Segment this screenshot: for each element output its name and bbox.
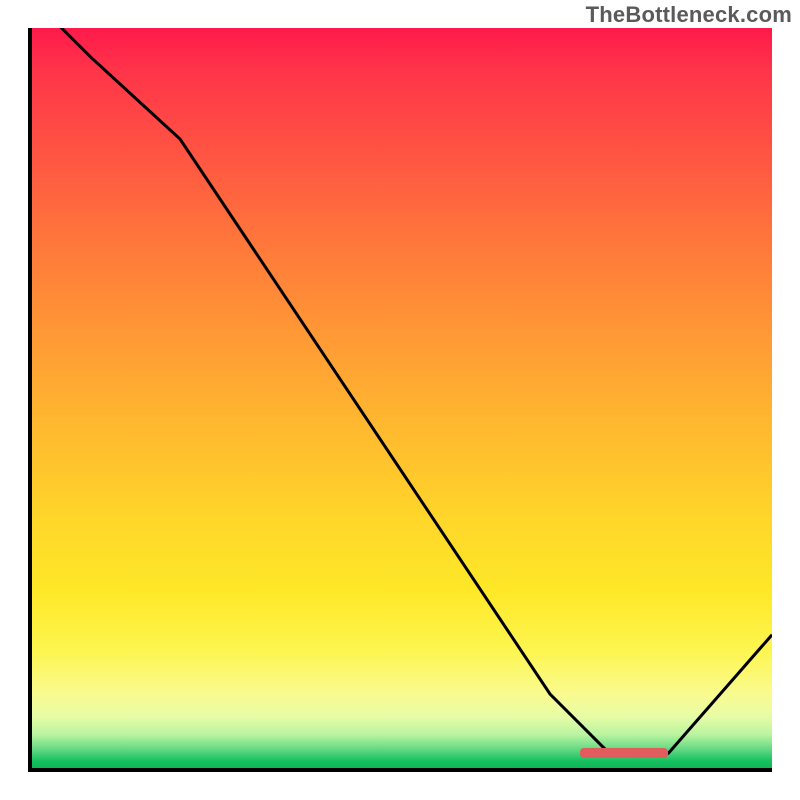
curve-path <box>32 28 772 753</box>
bottleneck-curve <box>32 28 772 768</box>
optimal-marker <box>580 748 669 758</box>
chart-plot-area <box>28 28 772 772</box>
watermark-text: TheBottleneck.com <box>586 2 792 28</box>
